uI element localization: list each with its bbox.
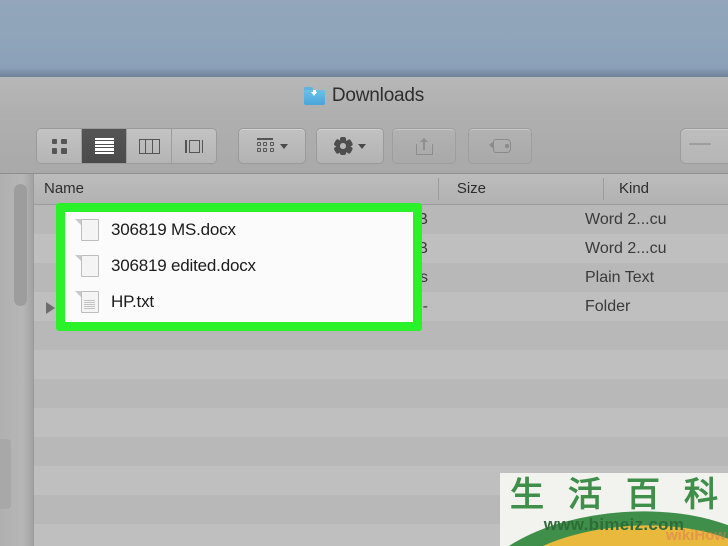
watermark: 生 活 百 科 www.bimeiz.com wikiHow <box>500 473 728 546</box>
column-view-button[interactable] <box>127 129 172 163</box>
empty-row <box>34 408 728 437</box>
column-headers: Name Size Kind <box>34 174 728 205</box>
column-header-kind[interactable]: Kind <box>619 180 649 197</box>
window-titlebar[interactable]: Downloads <box>0 77 728 118</box>
search-icon <box>689 143 711 145</box>
highlighted-file-rows: 306819 MS.docx 306819 edited.docx HP.txt <box>65 212 413 320</box>
file-name: 306819 MS.docx <box>111 220 236 239</box>
screenshot-root: Downloads Name Size Kind Word 2...cu Wor… <box>0 0 728 546</box>
file-kind: Plain Text <box>585 268 655 286</box>
document-icon <box>75 255 101 277</box>
desktop-background <box>0 0 728 77</box>
file-kind: Word 2...cu <box>585 210 667 228</box>
arrange-button[interactable] <box>238 128 306 164</box>
list-item[interactable]: HP.txt <box>65 284 413 320</box>
arrange-icon <box>256 138 274 154</box>
finder-toolbar <box>0 118 728 174</box>
column-divider[interactable] <box>603 178 604 200</box>
list-icon <box>94 138 114 154</box>
text-document-icon <box>75 291 101 313</box>
sidebar-scrollbar[interactable] <box>14 184 27 306</box>
gear-icon <box>333 136 353 156</box>
toolbar-row <box>0 128 728 164</box>
file-name: 306819 edited.docx <box>111 256 256 275</box>
empty-row <box>34 350 728 379</box>
chevron-down-icon <box>358 143 366 149</box>
tag-button[interactable] <box>468 128 532 164</box>
share-icon <box>415 137 433 155</box>
disclosure-triangle-icon[interactable] <box>46 302 55 314</box>
watermark-char: 生 <box>510 475 544 515</box>
window-title: Downloads <box>331 85 425 106</box>
icon-view-button[interactable] <box>37 129 82 163</box>
tag-icon <box>489 139 511 153</box>
watermark-characters: 生 活 百 科 <box>510 475 718 515</box>
list-view-button[interactable] <box>82 129 127 163</box>
coverflow-view-button[interactable] <box>172 129 216 163</box>
empty-row <box>34 437 728 466</box>
document-icon <box>75 219 101 241</box>
grid-icon <box>51 138 67 154</box>
chevron-down-icon <box>280 143 288 149</box>
empty-row <box>34 379 728 408</box>
file-name: HP.txt <box>111 292 154 311</box>
downloads-folder-icon <box>303 87 325 105</box>
action-button[interactable] <box>316 128 384 164</box>
watermark-char: 科 <box>684 475 718 515</box>
search-input[interactable] <box>680 128 728 164</box>
columns-icon <box>138 138 160 154</box>
column-header-name[interactable]: Name <box>44 180 84 197</box>
list-item[interactable]: 306819 MS.docx <box>65 212 413 248</box>
view-mode-segmented-control[interactable] <box>36 128 217 164</box>
sidebar-scrollbar-secondary[interactable] <box>0 439 11 509</box>
sidebar <box>0 174 34 546</box>
column-divider[interactable] <box>438 178 439 200</box>
watermark-char: 百 <box>626 475 660 515</box>
list-item[interactable]: 306819 edited.docx <box>65 248 413 284</box>
file-kind: Word 2...cu <box>585 239 667 257</box>
file-kind: Folder <box>585 297 631 315</box>
watermark-ghost-text: wikiHow <box>665 527 726 544</box>
watermark-char: 活 <box>568 475 602 515</box>
coverflow-icon <box>183 138 205 154</box>
highlight-annotation-box: 306819 MS.docx 306819 edited.docx HP.txt <box>56 203 422 331</box>
share-button[interactable] <box>392 128 456 164</box>
title-container: Downloads <box>0 85 728 107</box>
column-header-size[interactable]: Size <box>457 180 486 197</box>
